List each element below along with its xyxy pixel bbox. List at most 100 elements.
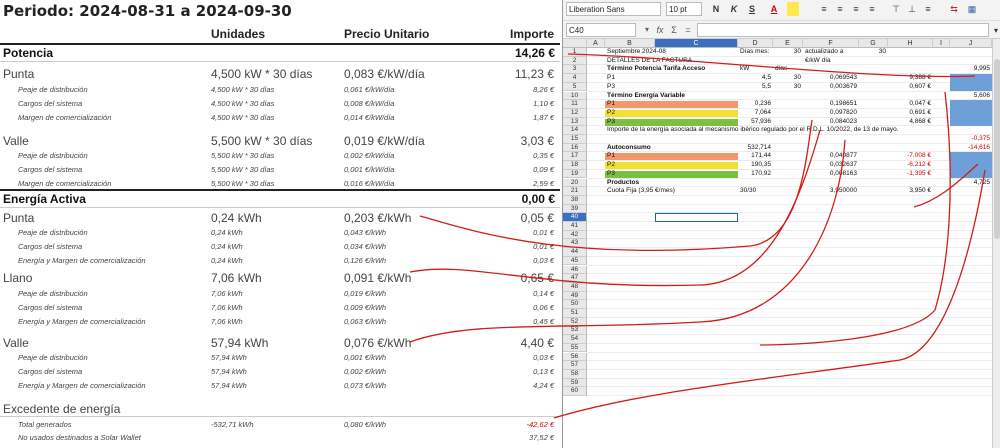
sheet-cell[interactable]: DETALLES DE LA FACTURA <box>607 57 692 65</box>
formula-input[interactable] <box>697 23 989 37</box>
sheet-cell[interactable]: -1,395 € <box>890 170 931 178</box>
sheet-cell[interactable]: P3 <box>607 170 615 178</box>
row-header[interactable]: 20 <box>563 178 587 188</box>
align-left-icon[interactable]: ≡ <box>817 2 831 16</box>
italic-button[interactable]: K <box>727 2 741 16</box>
row-header[interactable]: 44 <box>563 248 587 257</box>
sheet-cell[interactable]: 0,047 € <box>890 100 931 108</box>
select-all-corner[interactable] <box>563 39 587 48</box>
row-header[interactable]: 18 <box>563 161 587 170</box>
sheet-cell[interactable]: 0,003679 <box>805 83 857 91</box>
sheet-cell[interactable]: -6,212 € <box>890 161 931 169</box>
sheet-cell[interactable]: días <box>775 65 787 73</box>
sheet-cell[interactable]: 0,236 <box>740 100 771 108</box>
row-header[interactable]: 11 <box>563 100 587 109</box>
align-justify-icon[interactable]: ≡ <box>865 2 879 16</box>
expand-formula-icon[interactable]: ▾ <box>989 24 1000 38</box>
sheet-cell[interactable]: 3,950000 <box>805 187 857 195</box>
name-box[interactable]: C40 <box>566 23 636 37</box>
row-header[interactable]: 51 <box>563 309 587 318</box>
column-header-h[interactable]: H <box>888 39 933 48</box>
cell-grid[interactable]: A B C D E F G H I J 1 2 3 4 5 10 11 12 13 14 15 16 17 18 19 20 21 3… <box>563 39 1000 448</box>
row-header[interactable]: 13 <box>563 117 587 127</box>
sheet-cell[interactable]: 30/30 <box>740 187 756 195</box>
sheet-cell[interactable]: P3 <box>607 118 615 126</box>
sheet-cell[interactable]: 171,44 <box>740 152 771 160</box>
row-header[interactable]: 21 <box>563 187 587 196</box>
sheet-cell[interactable]: 5,606 <box>952 92 990 100</box>
row-header[interactable]: 17 <box>563 152 587 162</box>
row-header[interactable]: 54 <box>563 335 587 344</box>
column-header-b[interactable]: B <box>605 39 655 48</box>
row-header[interactable]: 45 <box>563 256 587 266</box>
column-header-j[interactable]: J <box>950 39 992 48</box>
row-header[interactable]: 47 <box>563 274 587 283</box>
sheet-cell[interactable]: 3,950 € <box>890 187 931 195</box>
selected-cell-cursor[interactable] <box>655 213 738 222</box>
row-header[interactable]: 50 <box>563 300 587 309</box>
row-header[interactable]: 12 <box>563 108 587 118</box>
sheet-cell[interactable]: 170,92 <box>740 170 771 178</box>
row-header[interactable]: 5 <box>563 82 587 92</box>
sheet-cell[interactable]: Importe de la energía asociada al mecani… <box>607 126 899 134</box>
row-header[interactable]: 42 <box>563 230 587 240</box>
row-header[interactable]: 46 <box>563 265 587 275</box>
row-header[interactable]: 38 <box>563 195 587 205</box>
highlight-color-icon[interactable] <box>787 2 799 16</box>
wrap-text-icon[interactable]: ⇆ <box>947 2 961 16</box>
sheet-cell[interactable]: 532,714 <box>740 144 772 152</box>
column-header-e[interactable]: E <box>773 39 803 48</box>
sheet-cell[interactable]: 9,388 € <box>890 74 931 82</box>
sheet-cell[interactable]: 0,032637 <box>805 161 857 169</box>
row-header[interactable]: 53 <box>563 326 587 336</box>
column-header-a[interactable]: A <box>587 39 605 48</box>
sheet-cell[interactable]: Autoconsumo <box>607 144 651 152</box>
row-header[interactable]: 3 <box>563 65 587 75</box>
formula-icon[interactable]: = <box>681 23 695 37</box>
sheet-cell[interactable]: 0,198651 <box>805 100 857 108</box>
row-header[interactable]: 15 <box>563 135 587 144</box>
column-header-f[interactable]: F <box>803 39 859 48</box>
row-header[interactable]: 41 <box>563 222 587 231</box>
row-header[interactable]: 48 <box>563 282 587 292</box>
align-right-icon[interactable]: ≡ <box>849 2 863 16</box>
row-header[interactable]: 14 <box>563 126 587 135</box>
row-header[interactable]: 1 <box>563 48 587 57</box>
row-header[interactable]: 19 <box>563 169 587 179</box>
row-header[interactable]: 10 <box>563 91 587 101</box>
row-header[interactable]: 59 <box>563 378 587 388</box>
sheet-cell[interactable]: 4,5 <box>740 74 771 82</box>
sheet-cell[interactable]: kW <box>740 65 749 73</box>
sheet-cell[interactable]: P2 <box>607 109 615 117</box>
sheet-cell[interactable]: 9,995 <box>952 65 990 73</box>
sheet-cell[interactable]: 30 <box>861 48 886 56</box>
column-header-g[interactable]: G <box>859 39 888 48</box>
sheet-cell[interactable]: -14,616 <box>952 144 990 152</box>
sheet-cell[interactable]: €/kW día <box>805 57 831 65</box>
sheet-cell[interactable]: 0,691 € <box>890 109 931 117</box>
row-header[interactable]: 40 <box>563 213 587 222</box>
sheet-cell[interactable]: Cuota Fija (3,95 €/mes) <box>607 187 675 195</box>
sheet-cell[interactable]: P1 <box>607 100 615 108</box>
align-center-icon[interactable]: ≡ <box>833 2 847 16</box>
row-header[interactable]: 49 <box>563 291 587 301</box>
row-header[interactable]: 57 <box>563 361 587 370</box>
sheet-cell[interactable]: 0,069543 <box>805 74 857 82</box>
font-size-box[interactable]: 10 pt <box>666 2 702 16</box>
sheet-cell[interactable]: actualizado a <box>805 48 843 56</box>
dropdown-icon[interactable]: ▾ <box>640 23 654 37</box>
underline-button[interactable]: S <box>745 2 759 16</box>
sheet-cell[interactable]: 0,084023 <box>805 118 857 126</box>
sheet-cell[interactable]: 5,5 <box>740 83 771 91</box>
row-header[interactable]: 52 <box>563 317 587 327</box>
sheet-cell[interactable]: P1 <box>607 152 615 160</box>
sheet-cell[interactable]: 0,607 € <box>890 83 931 91</box>
row-header[interactable]: 60 <box>563 387 587 396</box>
scroll-thumb[interactable] <box>994 59 1000 239</box>
sheet-cell[interactable]: Septiembre 2024-08 <box>607 48 666 56</box>
align-bottom-icon[interactable]: ⊥ <box>905 2 919 16</box>
bold-button[interactable]: N <box>709 2 723 16</box>
sum-icon[interactable]: Σ <box>667 23 681 37</box>
sheet-cell[interactable]: 30 <box>775 48 801 56</box>
font-name-box[interactable]: Liberation Sans <box>566 2 661 16</box>
